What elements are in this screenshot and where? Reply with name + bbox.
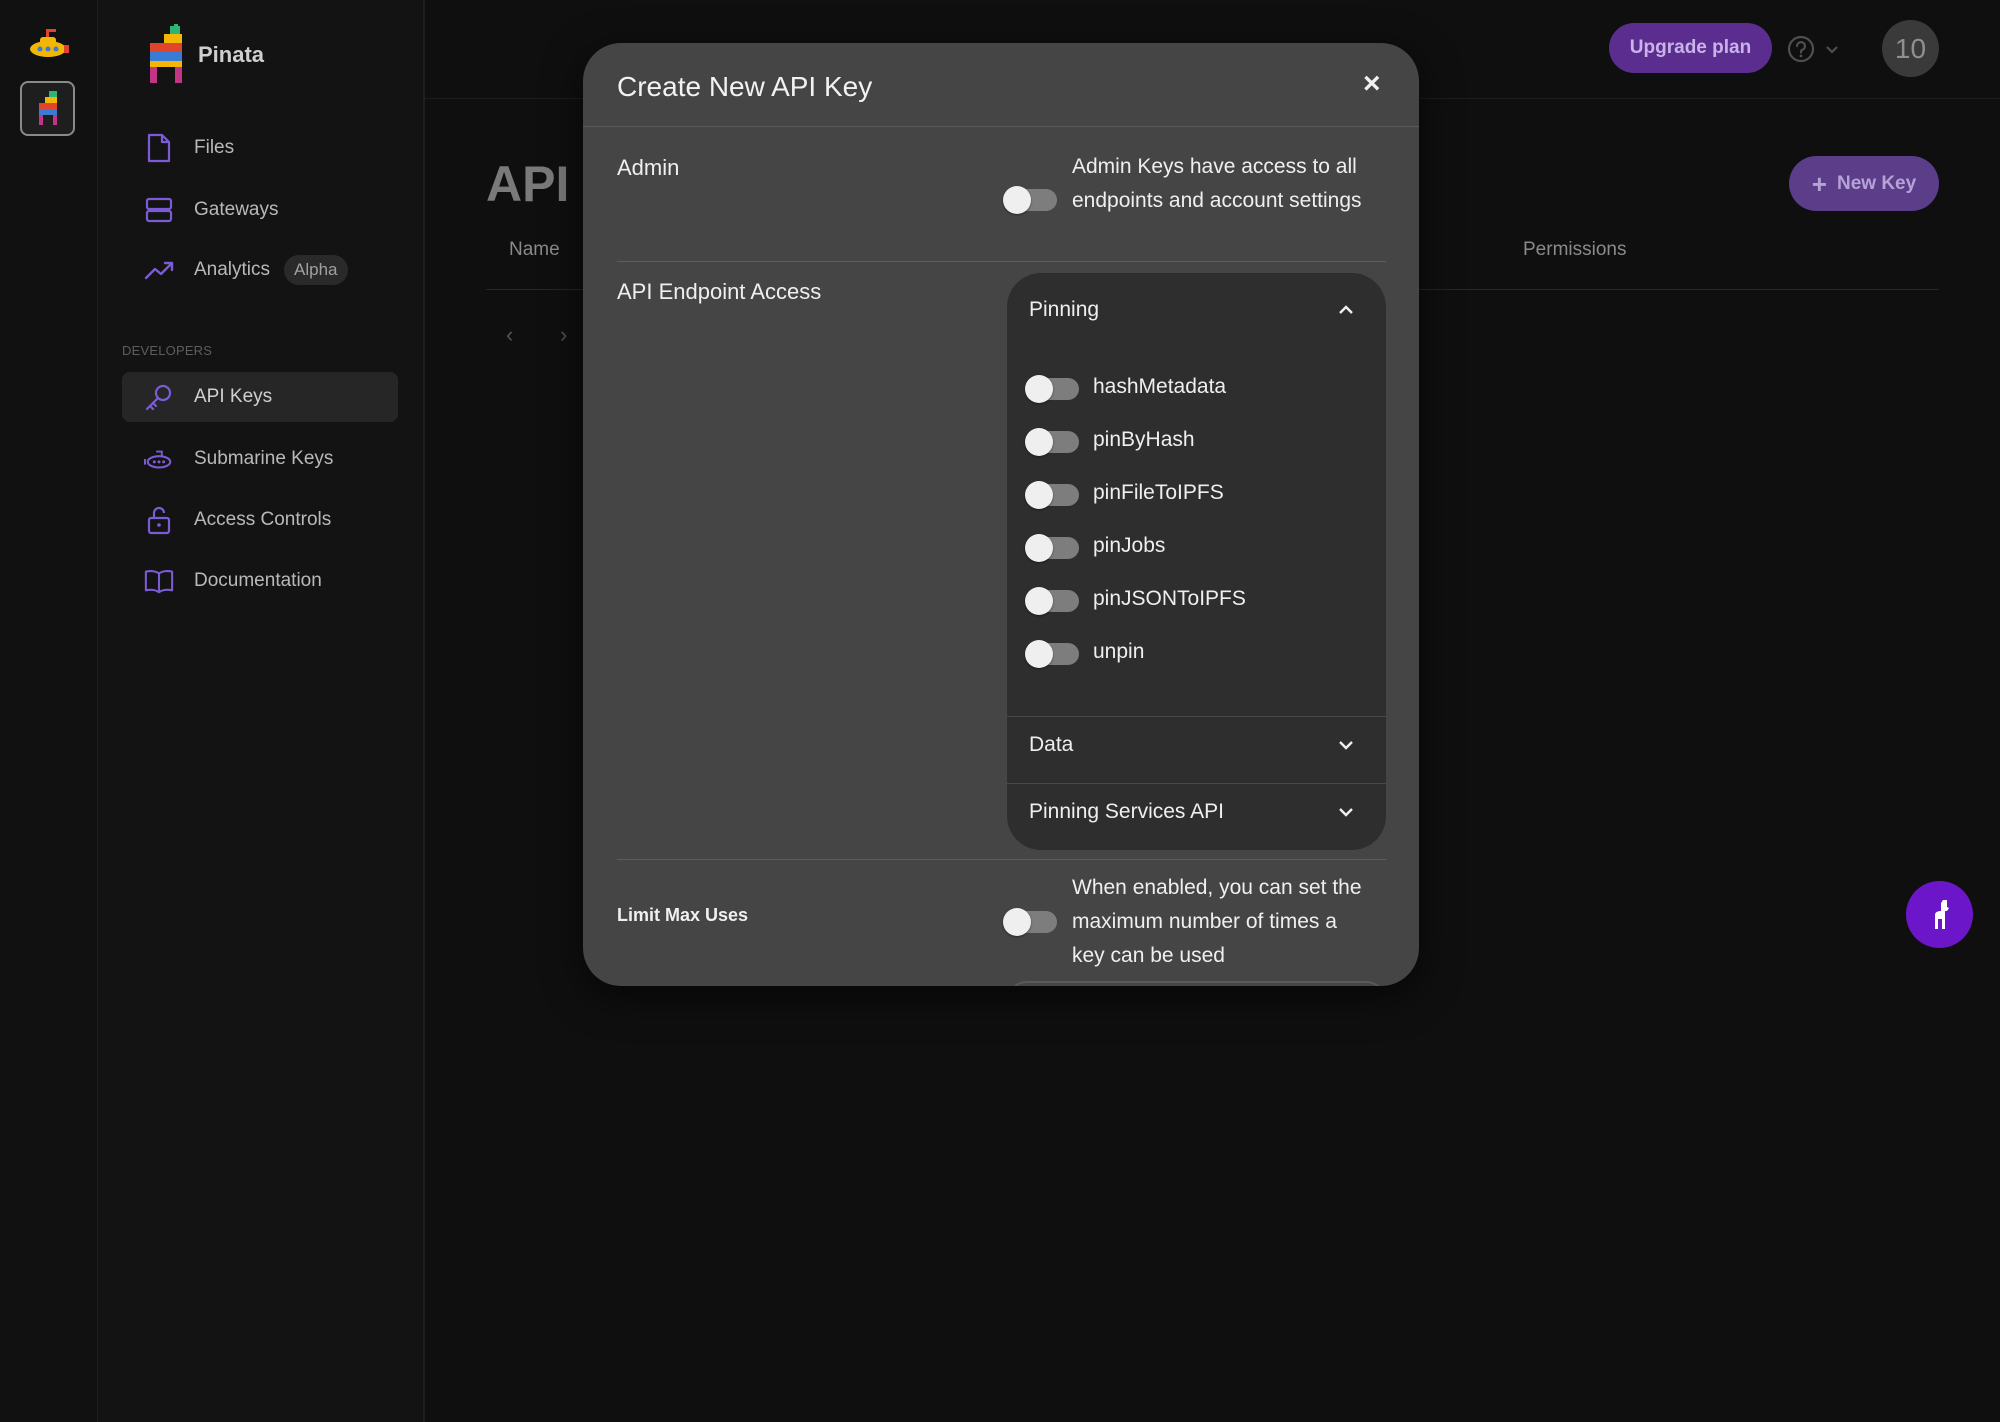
close-icon[interactable]: × <box>1363 69 1381 99</box>
admin-toggle[interactable] <box>1003 186 1057 214</box>
toggle-knob <box>1025 375 1053 403</box>
sidebar-item-gateways[interactable]: Gateways <box>122 185 398 235</box>
group-header-pinning-services-api[interactable]: Pinning Services API <box>1029 800 1224 824</box>
new-key-button[interactable]: + New Key <box>1789 156 1939 211</box>
endpoint-access-label: API Endpoint Access <box>617 279 822 304</box>
group-divider <box>1007 716 1386 717</box>
sidebar-item-label: API Keys <box>194 386 273 407</box>
submarine-icon <box>144 444 174 474</box>
sidebar-item-label: Access Controls <box>194 509 332 530</box>
brand[interactable]: Pinata <box>144 24 264 86</box>
pinata-logo-icon <box>150 24 182 83</box>
next-field-peek <box>1007 981 1386 986</box>
group-header-pinning[interactable]: Pinning <box>1029 298 1099 322</box>
llama-icon <box>1934 899 1949 929</box>
sidebar-item-label: Files <box>194 137 235 158</box>
section-label-developers: DEVELOPERS <box>122 343 213 358</box>
page-title: API <box>486 156 570 212</box>
column-header-permissions[interactable]: Permissions <box>1523 239 1626 261</box>
sidebar-item-label: Documentation <box>194 570 322 591</box>
sidebar-item-submarine-keys[interactable]: Submarine Keys <box>122 434 398 484</box>
sidebar: Pinata Files Gateways Analytics Alpha DE… <box>98 0 425 1422</box>
toggle-knob <box>1025 640 1053 668</box>
lock-icon <box>144 505 174 535</box>
endpoint-access-panel: Pinning hashMetadata pinByHash pinFileTo… <box>1007 273 1386 850</box>
pager-prev-button[interactable]: ‹ <box>506 322 513 348</box>
toggle-hashmetadata[interactable] <box>1025 375 1079 403</box>
help-menu[interactable] <box>1786 34 1840 64</box>
endpoint-label: unpin <box>1093 640 1145 663</box>
chevron-down-icon[interactable] <box>1335 801 1357 823</box>
avatar[interactable]: 10 <box>1882 20 1939 77</box>
limit-max-uses-toggle[interactable] <box>1003 908 1057 936</box>
sidebar-item-label: Submarine Keys <box>194 448 334 469</box>
sidebar-item-files[interactable]: Files <box>122 123 398 173</box>
toggle-pinbyhash[interactable] <box>1025 428 1079 456</box>
row-divider <box>617 859 1386 860</box>
toggle-unpin[interactable] <box>1025 640 1079 668</box>
group-divider <box>1007 783 1386 784</box>
admin-label: Admin <box>617 155 680 180</box>
create-api-key-modal: Create New API Key × Admin Admin Keys ha… <box>583 43 1419 986</box>
toggle-knob <box>1003 186 1031 214</box>
file-icon <box>144 133 174 163</box>
admin-description: Admin Keys have access to all endpoints … <box>1072 155 1362 212</box>
endpoint-label: pinByHash <box>1093 428 1195 451</box>
help-icon <box>1787 35 1815 63</box>
toggle-knob <box>1003 908 1031 936</box>
toggle-knob <box>1025 428 1053 456</box>
modal-title: Create New API Key <box>617 71 873 102</box>
rail-app-submarine[interactable] <box>20 16 75 71</box>
endpoint-label: hashMetadata <box>1093 375 1227 398</box>
rail-app-pinata[interactable] <box>20 81 75 136</box>
sidebar-item-analytics[interactable]: Analytics Alpha <box>122 245 398 295</box>
help-chat-button[interactable] <box>1906 881 1973 948</box>
group-header-data[interactable]: Data <box>1029 733 1073 757</box>
app-rail <box>0 0 98 1422</box>
toggle-pinjsontoipfs[interactable] <box>1025 587 1079 615</box>
pager-next-button[interactable]: › <box>560 322 567 348</box>
alpha-badge: Alpha <box>284 255 348 285</box>
chevron-down-icon[interactable] <box>1335 734 1357 756</box>
trend-icon <box>144 255 174 285</box>
chevron-up-icon[interactable] <box>1335 299 1357 321</box>
toggle-knob <box>1025 534 1053 562</box>
new-key-label: New Key <box>1836 172 1917 194</box>
toggle-pinfiletoipfs[interactable] <box>1025 481 1079 509</box>
toggle-pinjobs[interactable] <box>1025 534 1079 562</box>
brand-name: Pinata <box>198 42 265 67</box>
row-divider <box>617 261 1386 262</box>
column-header-name[interactable]: Name <box>509 239 560 261</box>
sidebar-item-documentation[interactable]: Documentation <box>122 556 398 606</box>
chevron-down-icon <box>1826 46 1838 54</box>
server-icon <box>144 195 174 225</box>
endpoint-label: pinFileToIPFS <box>1093 481 1224 504</box>
limit-max-uses-label: Limit Max Uses <box>617 905 749 925</box>
sidebar-item-api-keys[interactable]: API Keys <box>122 372 398 422</box>
key-icon <box>144 382 174 412</box>
toggle-knob <box>1025 587 1053 615</box>
submarine-icon <box>29 28 69 57</box>
upgrade-plan-button[interactable]: Upgrade plan <box>1609 23 1772 73</box>
plus-icon: + <box>1811 168 1827 199</box>
sidebar-item-access-controls[interactable]: Access Controls <box>122 495 398 545</box>
sidebar-item-label: Analytics <box>194 259 271 280</box>
pinata-logo-icon <box>38 90 57 125</box>
limit-max-uses-description: When enabled, you can set the maximum nu… <box>1072 876 1362 967</box>
endpoint-label: pinJSONToIPFS <box>1093 587 1246 610</box>
book-icon <box>144 566 174 596</box>
toggle-knob <box>1025 481 1053 509</box>
modal-header-divider <box>583 126 1419 127</box>
endpoint-label: pinJobs <box>1093 534 1166 557</box>
sidebar-item-label: Gateways <box>194 199 279 220</box>
